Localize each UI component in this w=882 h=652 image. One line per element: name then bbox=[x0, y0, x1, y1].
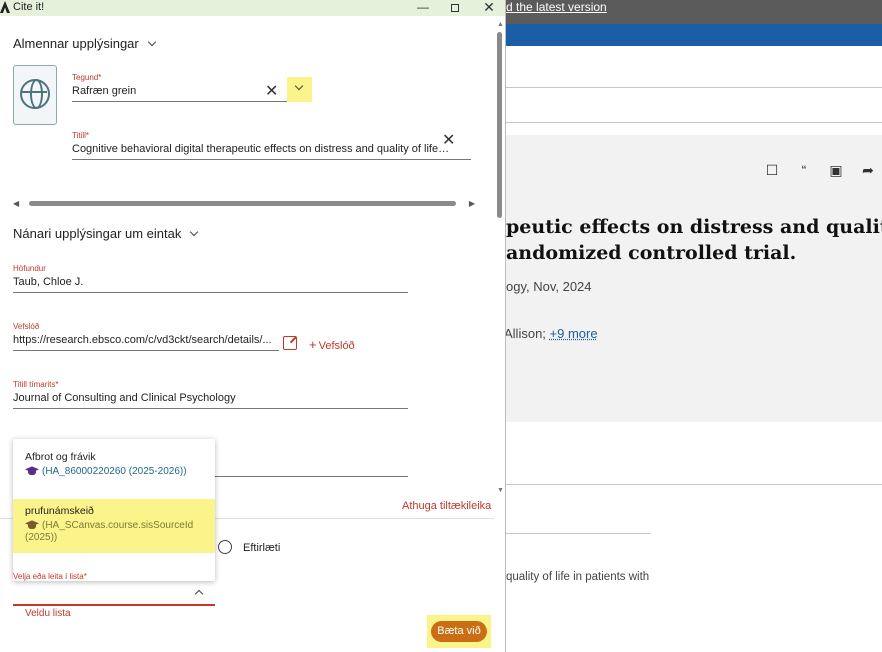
scroll-thumb[interactable] bbox=[497, 32, 502, 218]
list-dropdown-popup: Afbrot og frávik (HA_86000220260 (2025-2… bbox=[13, 439, 215, 581]
section-general-title: Almennar upplýsingar bbox=[13, 36, 139, 51]
site-header-bar bbox=[506, 24, 882, 46]
background-page: d the latest version ☐ “ ▣ ➦ peutic effe… bbox=[506, 0, 882, 652]
latest-version-link[interactable]: d the latest version bbox=[506, 0, 607, 14]
article-actions: ☐ “ ▣ ➦ bbox=[764, 162, 876, 178]
hidden-field-underline bbox=[215, 476, 408, 477]
article-authors: Allison; +9 more bbox=[506, 326, 598, 341]
journal-input[interactable]: Journal of Consulting and Clinical Psych… bbox=[13, 392, 408, 404]
check-availability-link[interactable]: Athuga tiltækileika bbox=[402, 500, 491, 512]
cite-it-window: Cite it! — ✕ Almennar upplýsingar Tegund… bbox=[0, 0, 506, 652]
bookmark-icon[interactable]: ☐ bbox=[764, 162, 780, 178]
clear-type-icon[interactable]: ✕ bbox=[265, 84, 278, 100]
add-url-button[interactable]: + Vefslóð bbox=[309, 337, 355, 352]
form-scroll-area: Almennar upplýsingar Tegund* Rafræn grei… bbox=[0, 16, 494, 652]
select-list-input[interactable] bbox=[13, 604, 215, 606]
article-title: peutic effects on distress and quality o… bbox=[506, 216, 882, 264]
url-field: Vefslóð https://research.ebsco.com/c/vd3… bbox=[13, 322, 279, 351]
scroll-up-icon[interactable]: ▲ bbox=[497, 21, 504, 28]
title-bar: Cite it! — ✕ bbox=[0, 0, 505, 16]
quote-icon[interactable]: “ bbox=[796, 162, 812, 178]
app-logo-icon bbox=[0, 1, 10, 13]
globe-icon bbox=[20, 79, 50, 109]
article-meta: ogy, Nov, 2024 bbox=[506, 279, 592, 294]
list-option[interactable]: Afbrot og frávik (HA_86000220260 (2025-2… bbox=[13, 445, 215, 499]
url-label: Vefslóð bbox=[13, 322, 40, 331]
maximize-button[interactable] bbox=[447, 0, 463, 15]
url-input[interactable]: https://research.ebsco.com/c/vd3ckt/sear… bbox=[13, 334, 279, 346]
chevron-down-icon bbox=[190, 227, 199, 236]
section-general-toggle[interactable]: Almennar upplýsingar bbox=[13, 36, 156, 51]
title-label: Titill* bbox=[72, 131, 90, 140]
scroll-right-icon[interactable]: ▶ bbox=[469, 199, 475, 208]
option-code: (HA_86000220260 (2025-2026)) bbox=[42, 466, 187, 477]
share-icon[interactable]: ➦ bbox=[860, 162, 876, 178]
chevron-down-icon bbox=[147, 37, 156, 46]
author-input[interactable]: Taub, Chloe J. bbox=[13, 276, 408, 288]
option-name: prufunámskeið bbox=[25, 505, 94, 517]
favorite-radio[interactable] bbox=[218, 540, 232, 554]
abstract-snippet: quality of life in patients with bbox=[506, 571, 650, 583]
horizontal-scrollbar[interactable]: ◀ ▶ bbox=[13, 199, 475, 209]
divider bbox=[506, 87, 882, 88]
type-dropdown-button[interactable] bbox=[287, 77, 312, 102]
minimize-button[interactable]: — bbox=[415, 0, 431, 15]
journal-label: Titill tímarits* bbox=[13, 380, 59, 389]
type-label: Tegund* bbox=[72, 73, 102, 82]
divider bbox=[506, 484, 882, 485]
title-input[interactable]: Cognitive behavioral digital therapeutic… bbox=[72, 143, 452, 155]
close-button[interactable]: ✕ bbox=[481, 0, 497, 15]
option-code: (HA_SCanvas.course.sisSourceId (2025)) bbox=[25, 520, 194, 543]
favorite-label: Eftirlæti bbox=[243, 542, 281, 554]
option-name: Afbrot og frávik bbox=[25, 451, 96, 463]
author-field: Höfundur Taub, Chloe J. bbox=[13, 264, 408, 293]
list-option-highlighted[interactable]: prufunámskeið (HA_SCanvas.course.sisSour… bbox=[13, 499, 215, 553]
open-external-icon[interactable] bbox=[283, 336, 297, 350]
source-type-icon bbox=[13, 65, 57, 125]
scroll-left-icon[interactable]: ◀ bbox=[13, 199, 19, 208]
scroll-down-icon[interactable]: ▼ bbox=[497, 487, 504, 494]
vertical-scrollbar[interactable]: ▲ ▼ bbox=[494, 16, 505, 496]
section-details-toggle[interactable]: Nánari upplýsingar um eintak bbox=[13, 226, 199, 241]
graduation-cap-icon bbox=[25, 520, 39, 530]
title-field: Titill* Cognitive behavioral digital the… bbox=[72, 131, 471, 160]
add-button[interactable]: Bæta við bbox=[431, 621, 487, 642]
section-details-title: Nánari upplýsingar um eintak bbox=[13, 226, 182, 241]
folder-add-icon[interactable]: ▣ bbox=[828, 162, 844, 178]
chevron-up-icon[interactable] bbox=[194, 589, 204, 599]
chevron-down-icon bbox=[294, 81, 304, 91]
scroll-thumb[interactable] bbox=[29, 201, 456, 206]
window-title: Cite it! bbox=[13, 1, 45, 13]
journal-field: Titill tímarits* Journal of Consulting a… bbox=[13, 380, 408, 409]
divider bbox=[506, 533, 650, 534]
more-authors-link[interactable]: +9 more bbox=[550, 326, 598, 341]
notice-bar: d the latest version bbox=[506, 0, 882, 24]
clear-title-icon[interactable]: ✕ bbox=[442, 133, 455, 149]
select-list-label: Velja eða leita í lista* bbox=[13, 572, 87, 581]
author-label: Höfundur bbox=[13, 264, 46, 273]
select-list-error: Veldu lista bbox=[25, 608, 71, 619]
graduation-cap-icon bbox=[25, 466, 39, 476]
divider bbox=[506, 122, 882, 123]
add-button-wrapper: Bæta við bbox=[427, 615, 491, 648]
